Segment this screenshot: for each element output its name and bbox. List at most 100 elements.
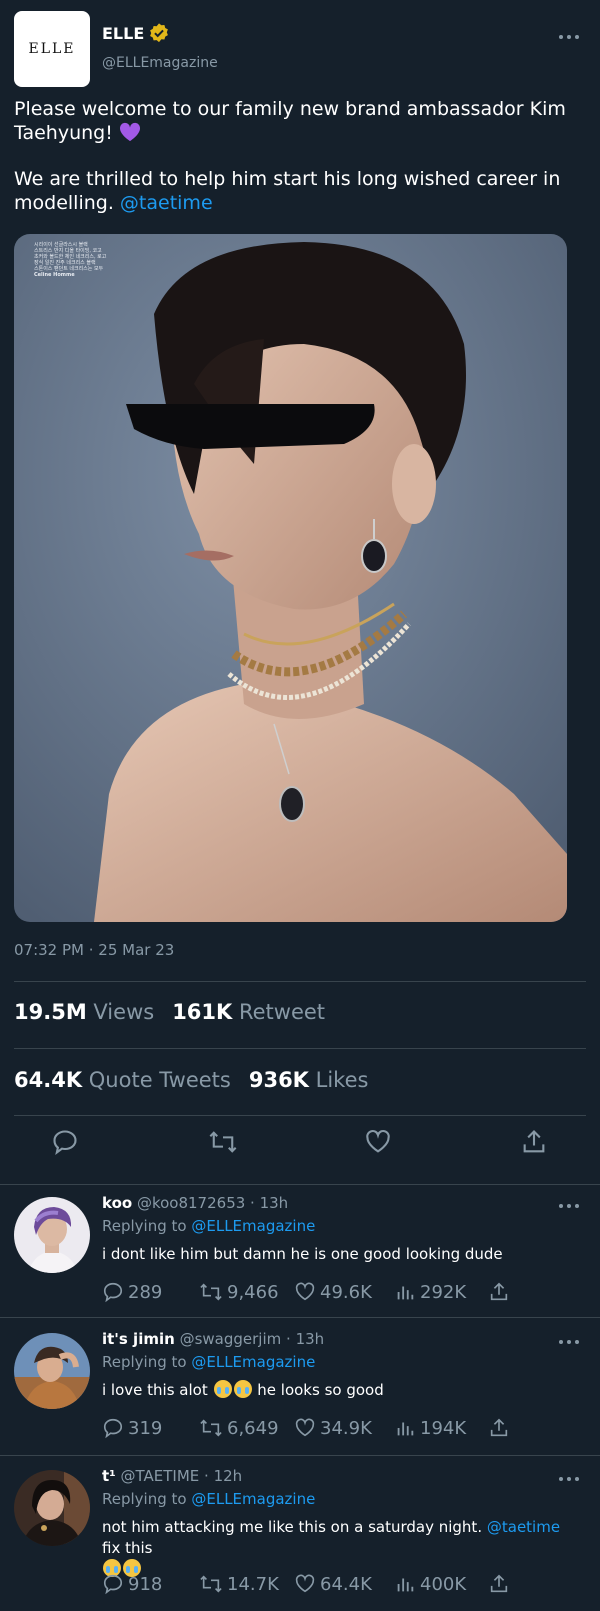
avatar-image [14, 1333, 90, 1409]
reply-tweet[interactable]: koo @koo8172653 · 13h Replying to @ELLEm… [0, 1187, 600, 1317]
reply-icon [103, 1574, 123, 1595]
avatar-image [14, 1197, 90, 1273]
stats-row-quotes-likes: 64.4K Quote Tweets 936K Likes [14, 1068, 368, 1092]
retweet-icon [200, 1575, 222, 1593]
mention-link[interactable]: @taetime [487, 1518, 560, 1536]
replying-to: Replying to @ELLEmagazine [102, 1353, 316, 1371]
share-icon[interactable] [488, 1281, 510, 1303]
crying-emoji-icon [233, 1380, 252, 1398]
elle-avatar[interactable]: ELLE [14, 11, 90, 87]
reply-icon [103, 1282, 123, 1303]
tweet-timestamp: 07:32 PM · 25 Mar 23 [14, 941, 175, 959]
more-options-icon[interactable] [557, 32, 581, 42]
crying-emoji-icon [213, 1380, 232, 1398]
reply-count-button[interactable]: 918 [102, 1573, 162, 1595]
reply-header: koo @koo8172653 · 13h [102, 1194, 289, 1212]
avatar-logo-text: ELLE [28, 41, 76, 57]
reply-text: i dont like him but damn he is one good … [102, 1245, 503, 1263]
more-options-icon[interactable] [557, 1337, 581, 1347]
quote-tweets-stat[interactable]: 64.4K Quote Tweets [14, 1068, 231, 1092]
replying-to: Replying to @ELLEmagazine [102, 1217, 316, 1235]
reply-count-button[interactable]: 319 [102, 1417, 162, 1439]
photo-caption-line: 스트리스 반지 디올 타이빙, 코고 [34, 247, 102, 254]
reply-tweet[interactable]: it's jimin @swaggerjim · 13h Replying to… [0, 1323, 600, 1453]
tweet-line-2: We are thrilled to help him start his lo… [14, 168, 561, 214]
divider [14, 1115, 586, 1116]
reply-action-bar: 289 9,466 49.6K 292K [102, 1281, 582, 1307]
reply-action-bar: 918 14.7K 64.4K 400K [102, 1573, 582, 1599]
purple-heart-emoji-icon [119, 122, 140, 142]
photo-caption-line: Celine Homme [34, 272, 75, 278]
avatar[interactable] [14, 1470, 90, 1546]
tweet-photo[interactable]: 시리이이 선글라스시 블랙 스트리스 반지 디올 타이빙, 코고 초커와 볼드한… [14, 234, 567, 922]
views-count-button[interactable]: 292K [394, 1281, 466, 1303]
author-name[interactable]: ELLE [102, 24, 144, 43]
reply-author-handle[interactable]: @koo8172653 [137, 1194, 245, 1212]
avatar[interactable] [14, 1197, 90, 1273]
views-count-button[interactable]: 194K [394, 1417, 466, 1439]
mention-link[interactable]: @taetime [120, 192, 213, 214]
like-icon[interactable] [364, 1128, 392, 1156]
tweet-line-1: Please welcome to our family new brand a… [14, 98, 566, 144]
like-icon [295, 1282, 315, 1301]
share-icon[interactable] [488, 1573, 510, 1595]
more-options-icon[interactable] [557, 1474, 581, 1484]
photo-caption-line: 초커와 볼드한 체인 네크리스, 로고 [34, 253, 107, 260]
analytics-icon [397, 1422, 414, 1436]
reply-author-name[interactable]: it's jimin [102, 1330, 175, 1348]
analytics-icon [397, 1578, 414, 1592]
more-options-icon[interactable] [557, 1201, 581, 1211]
verified-badge-icon [150, 23, 169, 43]
author-name-row[interactable]: ELLE [102, 22, 170, 44]
avatar[interactable] [14, 1333, 90, 1409]
likes-stat[interactable]: 936K Likes [249, 1068, 369, 1092]
replying-to-link[interactable]: @ELLEmagazine [191, 1490, 315, 1508]
reply-tweet[interactable]: t¹ @TAETIME · 12h Replying to @ELLEmagaz… [0, 1460, 600, 1611]
like-count-button[interactable]: 64.4K [294, 1573, 372, 1595]
tweet-action-bar [0, 1128, 600, 1168]
reply-count-button[interactable]: 289 [102, 1281, 162, 1303]
views-stat[interactable]: 19.5M Views [14, 1000, 154, 1024]
retweet-count-button[interactable]: 9,466 [199, 1281, 279, 1303]
reply-time[interactable]: 12h [214, 1467, 243, 1485]
author-handle[interactable]: @ELLEmagazine [102, 55, 218, 71]
replying-to: Replying to @ELLEmagazine [102, 1490, 316, 1508]
reply-text: i love this alot he looks so good [102, 1380, 384, 1399]
reply-header: it's jimin @swaggerjim · 13h [102, 1330, 325, 1348]
photo-caption-line: 장식 일진 진주 네크리스 블랙 [34, 259, 96, 266]
reply-icon[interactable] [51, 1128, 79, 1156]
retweet-icon[interactable] [208, 1128, 238, 1156]
like-icon [295, 1418, 315, 1437]
share-icon[interactable] [488, 1417, 510, 1439]
replying-to-link[interactable]: @ELLEmagazine [191, 1353, 315, 1371]
stats-row-views-retweets: 19.5M Views 161K Retweet [14, 1000, 325, 1024]
retweet-icon [200, 1419, 222, 1437]
divider [0, 1455, 600, 1456]
replying-to-link[interactable]: @ELLEmagazine [191, 1217, 315, 1235]
reply-author-handle[interactable]: @TAETIME [121, 1467, 200, 1485]
like-count-button[interactable]: 49.6K [294, 1281, 372, 1303]
divider [14, 1048, 586, 1049]
reply-author-name[interactable]: koo [102, 1194, 132, 1212]
photo-caption-line: 스톤이스 팬던트 네크리스는 모두 [34, 265, 104, 272]
reply-time[interactable]: 13h [260, 1194, 289, 1212]
retweets-stat[interactable]: 161K Retweet [172, 1000, 325, 1024]
reply-time[interactable]: 13h [296, 1330, 325, 1348]
reply-action-bar: 319 6,649 34.9K 194K [102, 1417, 582, 1443]
divider [0, 1317, 600, 1318]
reply-text: not him attacking me like this on a satu… [102, 1517, 577, 1580]
retweet-count-button[interactable]: 6,649 [199, 1417, 279, 1439]
reply-author-handle[interactable]: @swaggerjim [180, 1330, 282, 1348]
avatar-image [14, 1470, 90, 1546]
views-count-button[interactable]: 400K [394, 1573, 466, 1595]
reply-author-name[interactable]: t¹ [102, 1467, 116, 1485]
retweet-count-button[interactable]: 14.7K [199, 1573, 279, 1595]
tweet-date: 25 Mar 23 [98, 941, 175, 959]
like-icon [295, 1574, 315, 1593]
reply-header: t¹ @TAETIME · 12h [102, 1467, 243, 1485]
tweet-time: 07:32 PM [14, 941, 84, 959]
retweet-icon [200, 1283, 222, 1301]
tweet-text: Please welcome to our family new brand a… [14, 97, 574, 215]
share-icon[interactable] [520, 1128, 548, 1156]
like-count-button[interactable]: 34.9K [294, 1417, 372, 1439]
